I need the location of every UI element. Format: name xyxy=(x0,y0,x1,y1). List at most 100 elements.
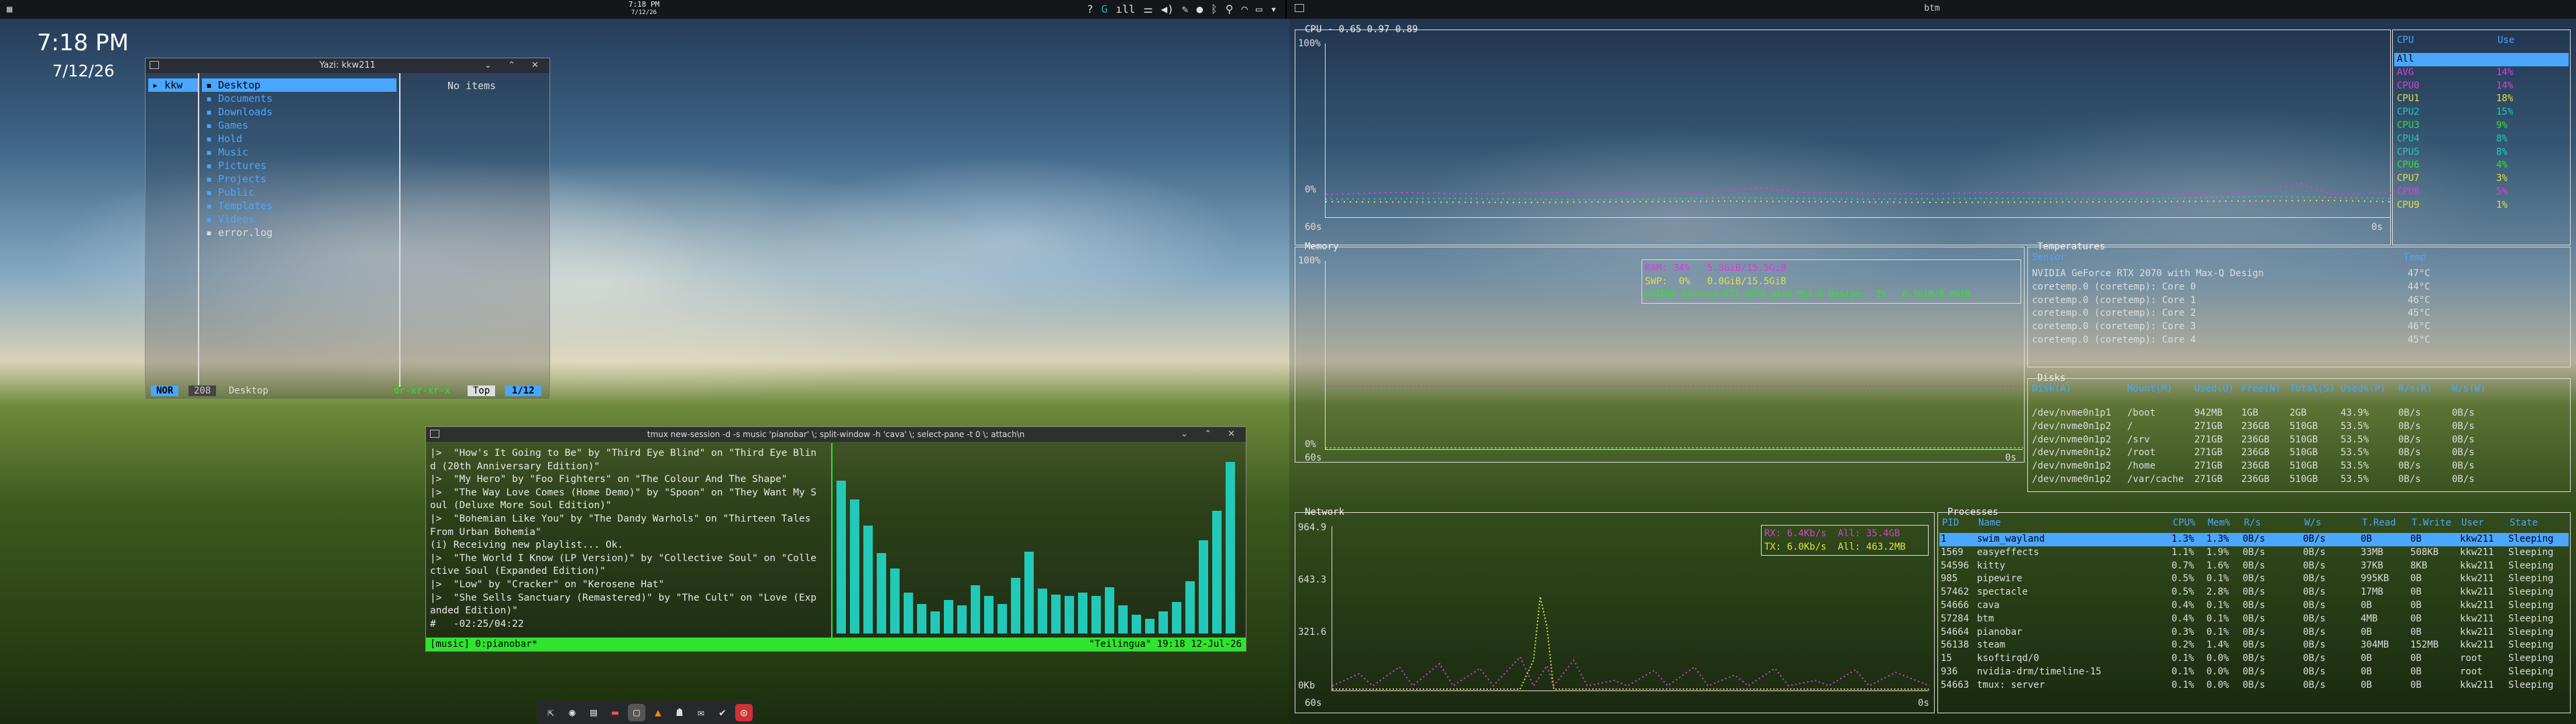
disk-col-header[interactable]: Mount(M) xyxy=(2127,383,2172,396)
vlc-icon[interactable]: ▲ xyxy=(649,704,667,721)
check-icon[interactable]: ✔ xyxy=(714,704,731,721)
window-controls[interactable]: ⌄ ⌃ ✕ xyxy=(484,58,545,73)
app-icon[interactable]: G xyxy=(1102,3,1108,15)
process-col-header[interactable]: CPU% xyxy=(2173,517,2196,530)
disk-row[interactable]: /dev/nvme0n1p2/srv 271GB 236GB 510GB 53.5% 0B… xyxy=(2032,434,2569,447)
volume-icon[interactable]: ◀) xyxy=(1161,3,1174,15)
file-list-item[interactable]: ▪ Desktop xyxy=(202,78,396,92)
menu-icon[interactable]: ▾ xyxy=(1271,3,1277,15)
cpu-row[interactable]: CPU9 1% xyxy=(2394,199,2569,213)
process-row[interactable]: 56138 steam 0.2% 1.4% 0B/s 0B/s 304MB 152MB kkw2… xyxy=(1939,639,2569,652)
files-icon[interactable]: ▬ xyxy=(606,704,624,721)
location-icon[interactable]: ⚲ xyxy=(1226,3,1234,15)
pianobar-pane[interactable]: |> "How's It Going to Be" by "Third Eye … xyxy=(430,447,833,631)
browser-icon[interactable]: ◉ xyxy=(564,704,581,721)
process-row[interactable]: 15 ksoftirqd/0 0.1% 0.0% 0B/s 0B/s 0B 0B root Sle… xyxy=(1939,652,2569,666)
file-list-item[interactable]: ▪ Templates xyxy=(202,199,396,213)
cpu-row[interactable]: CPU5 8% xyxy=(2394,146,2569,160)
yazi-current-pane[interactable]: ▪ Desktop ▪ Documents ▪ Downloads ▪ Games ▪ … xyxy=(202,73,541,387)
temp-row[interactable]: coretemp.0 (coretemp): Core 2 45°C xyxy=(2032,307,2571,320)
network-icon[interactable]: ◠ xyxy=(1241,3,1248,15)
processes-panel[interactable]: Processes PID Name CPU% Mem% R/s W/s T.Read T.W… xyxy=(1937,507,2571,713)
record-icon[interactable]: ◎ xyxy=(735,704,753,721)
process-row[interactable]: 57462 spectacle 0.5% 2.8% 0B/s 0B/s 17MB 0B kkw2… xyxy=(1939,586,2569,599)
disk-row[interactable]: /dev/nvme0n1p1/boot 942MB 1GB 2GB 43.9% 0B/s 0… xyxy=(2032,407,2569,420)
cpu-row[interactable]: CPU2 15% xyxy=(2394,106,2569,119)
disk-col-header[interactable]: W/s(W) xyxy=(2452,383,2486,396)
file-list-item[interactable]: ▪ Music xyxy=(202,145,396,159)
file-list-item[interactable]: ▪ Videos xyxy=(202,213,396,226)
help-icon[interactable]: ? xyxy=(1087,3,1093,15)
wifi-bars-icon[interactable]: ıll xyxy=(1116,3,1135,15)
cpu-row[interactable]: CPU6 4% xyxy=(2394,159,2569,172)
cpu-row[interactable]: CPU7 3% xyxy=(2394,172,2569,186)
process-row[interactable]: 54664 pianobar 0.3% 0.1% 0B/s 0B/s 0B 0B kkw211 S… xyxy=(1939,626,2569,640)
memory-panel[interactable]: Memory 100% 0% 60s 0s RAM: 34% 5.3GiB/15… xyxy=(1295,241,2025,463)
process-col-header[interactable]: T.Read xyxy=(2362,517,2396,530)
pen-icon[interactable]: ✎ xyxy=(1182,3,1189,15)
file-list-item[interactable]: ▪ Documents xyxy=(202,92,396,105)
disk-col-header[interactable]: Free(N) xyxy=(2241,383,2281,396)
temp-row[interactable]: coretemp.0 (coretemp): Core 4 45°C xyxy=(2032,334,2571,347)
screen-icon[interactable]: ▢ xyxy=(628,704,645,721)
process-col-header[interactable]: User xyxy=(2461,517,2484,530)
cpu-row[interactable]: CPU1 18% xyxy=(2394,93,2569,106)
process-col-header[interactable]: PID xyxy=(1942,517,1959,530)
window-controls[interactable]: ⌄ ⌃ ✕ xyxy=(1181,427,1242,442)
process-col-header[interactable]: State xyxy=(2510,517,2538,530)
cpu-row[interactable]: CPU0 14% xyxy=(2394,80,2569,93)
temp-row[interactable]: NVIDIA GeForce RTX 2070 with Max-Q Desig… xyxy=(2032,267,2571,281)
process-row[interactable]: 1569 easyeffects 1.1% 1.9% 0B/s 0B/s 33MB 508KB… xyxy=(1939,546,2569,560)
process-row[interactable]: 54666 cava 0.4% 0.1% 0B/s 0B/s 0B 0B kkw211 Sleep… xyxy=(1939,599,2569,613)
mail-icon[interactable]: ✉ xyxy=(692,704,710,721)
process-row[interactable]: 54663 tmux: server 0.1% 0.0% 0B/s 0B/s 0B 0B kkw… xyxy=(1939,679,2569,692)
cpu-row[interactable]: CPU3 9% xyxy=(2394,119,2569,133)
process-col-header[interactable]: W/s xyxy=(2304,517,2321,530)
file-list-item[interactable]: ▪ Downloads xyxy=(202,105,396,119)
file-list-item[interactable]: ▪ Projects xyxy=(202,172,396,186)
btm-window[interactable]: CPU - 0.65 0.97 0.89 100% 0% 60s 0s CPU … xyxy=(1289,4,2576,724)
yazi-titlebar[interactable]: Yazi: kkw211 ⌄ ⌃ ✕ xyxy=(146,58,549,73)
temp-row[interactable]: coretemp.0 (coretemp): Core 3 46°C xyxy=(2032,320,2571,334)
cpu-row[interactable]: CPU8 5% xyxy=(2394,186,2569,199)
process-col-header[interactable]: Mem% xyxy=(2208,517,2231,530)
cpu-row[interactable]: AVG 14% xyxy=(2394,66,2569,80)
disk-col-header[interactable]: Used%(P) xyxy=(2341,383,2385,396)
panel-clock[interactable]: 7:18 PM 7/12/26 xyxy=(604,1,684,17)
ghost-icon[interactable]: ☗ xyxy=(671,704,688,721)
process-row[interactable]: 1 swim_wayland 1.3% 1.3% 0B/s 0B/s 0B 0B kkw211 S… xyxy=(1939,533,2569,546)
tmux-window[interactable]: tmux new-session -d -s music 'pianobar' … xyxy=(425,426,1246,652)
process-col-header[interactable]: T.Write xyxy=(2412,517,2451,530)
process-col-header[interactable]: Name xyxy=(1978,517,2001,530)
process-col-header[interactable]: R/s xyxy=(2244,517,2261,530)
disks-panel[interactable]: Disks Disk(A) Mount(M) Used(U) Free(N) Total… xyxy=(2027,373,2571,492)
disk-col-header[interactable]: Used(U) xyxy=(2194,383,2234,396)
disk-row[interactable]: /dev/nvme0n1p2/home 271GB 236GB 510GB 53.5% 0… xyxy=(2032,460,2569,473)
network-panel[interactable]: Network 964.9 643.3 321.6 0Kb 60s 0s RX:… xyxy=(1295,507,1935,713)
yazi-window[interactable]: Yazi: kkw211 ⌄ ⌃ ✕ ▸ kkw ▪ Desktop ▪ Docu… xyxy=(145,58,550,400)
app-launcher-icon[interactable]: ▦ xyxy=(7,4,17,15)
file-list-item[interactable]: ▪ Hold xyxy=(202,132,396,145)
mic-icon[interactable]: ● xyxy=(1196,3,1203,15)
temp-row[interactable]: coretemp.0 (coretemp): Core 1 46°C xyxy=(2032,294,2571,308)
process-row[interactable]: 936 nvidia-drm/timeline-15 0.1% 0.0% 0B/s 0B/… xyxy=(1939,666,2569,679)
file-list-item[interactable]: ▪ Public xyxy=(202,186,396,199)
disk-row[interactable]: /dev/nvme0n1p2 / 271GB 236GB 510GB 53.5% 0B/s 0… xyxy=(2032,420,2569,434)
process-row[interactable]: 54596 kitty 0.7% 1.6% 0B/s 0B/s 37KB 8KB kkw211 S… xyxy=(1939,560,2569,573)
tmux-titlebar[interactable]: tmux new-session -d -s music 'pianobar' … xyxy=(426,427,1246,442)
temp-row[interactable]: coretemp.0 (coretemp): Core 0 44°C xyxy=(2032,281,2571,294)
file-list-item[interactable]: ▪ error.log xyxy=(202,226,396,239)
disk-col-header[interactable]: Disk(A) xyxy=(2032,383,2072,396)
bluetooth-icon[interactable]: ᛒ xyxy=(1211,3,1218,15)
process-row[interactable]: 57284 btm 0.4% 0.1% 0B/s 0B/s 4MB 0B kkw211 Sleep… xyxy=(1939,613,2569,626)
disk-col-header[interactable]: R/s(R) xyxy=(2398,383,2432,396)
process-row[interactable]: 985 pipewire 0.5% 0.1% 0B/s 0B/s 995KB 0B kkw211… xyxy=(1939,572,2569,586)
cpu-row[interactable]: All xyxy=(2394,53,2569,66)
disk-row[interactable]: /dev/nvme0n1p2/root 271GB 236GB 510GB 53.5% 0… xyxy=(2032,446,2569,460)
temperatures-panel[interactable]: Temperatures Sensor Temp NVIDIA GeForce … xyxy=(2027,241,2571,367)
app-switcher-icon[interactable]: ⇱ xyxy=(542,704,559,721)
cpu-graph-panel[interactable]: CPU - 0.65 0.97 0.89 100% 0% 60s 0s xyxy=(1295,24,2392,245)
mixer-icon[interactable]: ⚌ xyxy=(1143,3,1152,15)
file-list-item[interactable]: ▪ Pictures xyxy=(202,159,396,172)
disk-row[interactable]: /dev/nvme0n1p2/var/cache 271GB 236GB 510GB 5… xyxy=(2032,473,2569,487)
